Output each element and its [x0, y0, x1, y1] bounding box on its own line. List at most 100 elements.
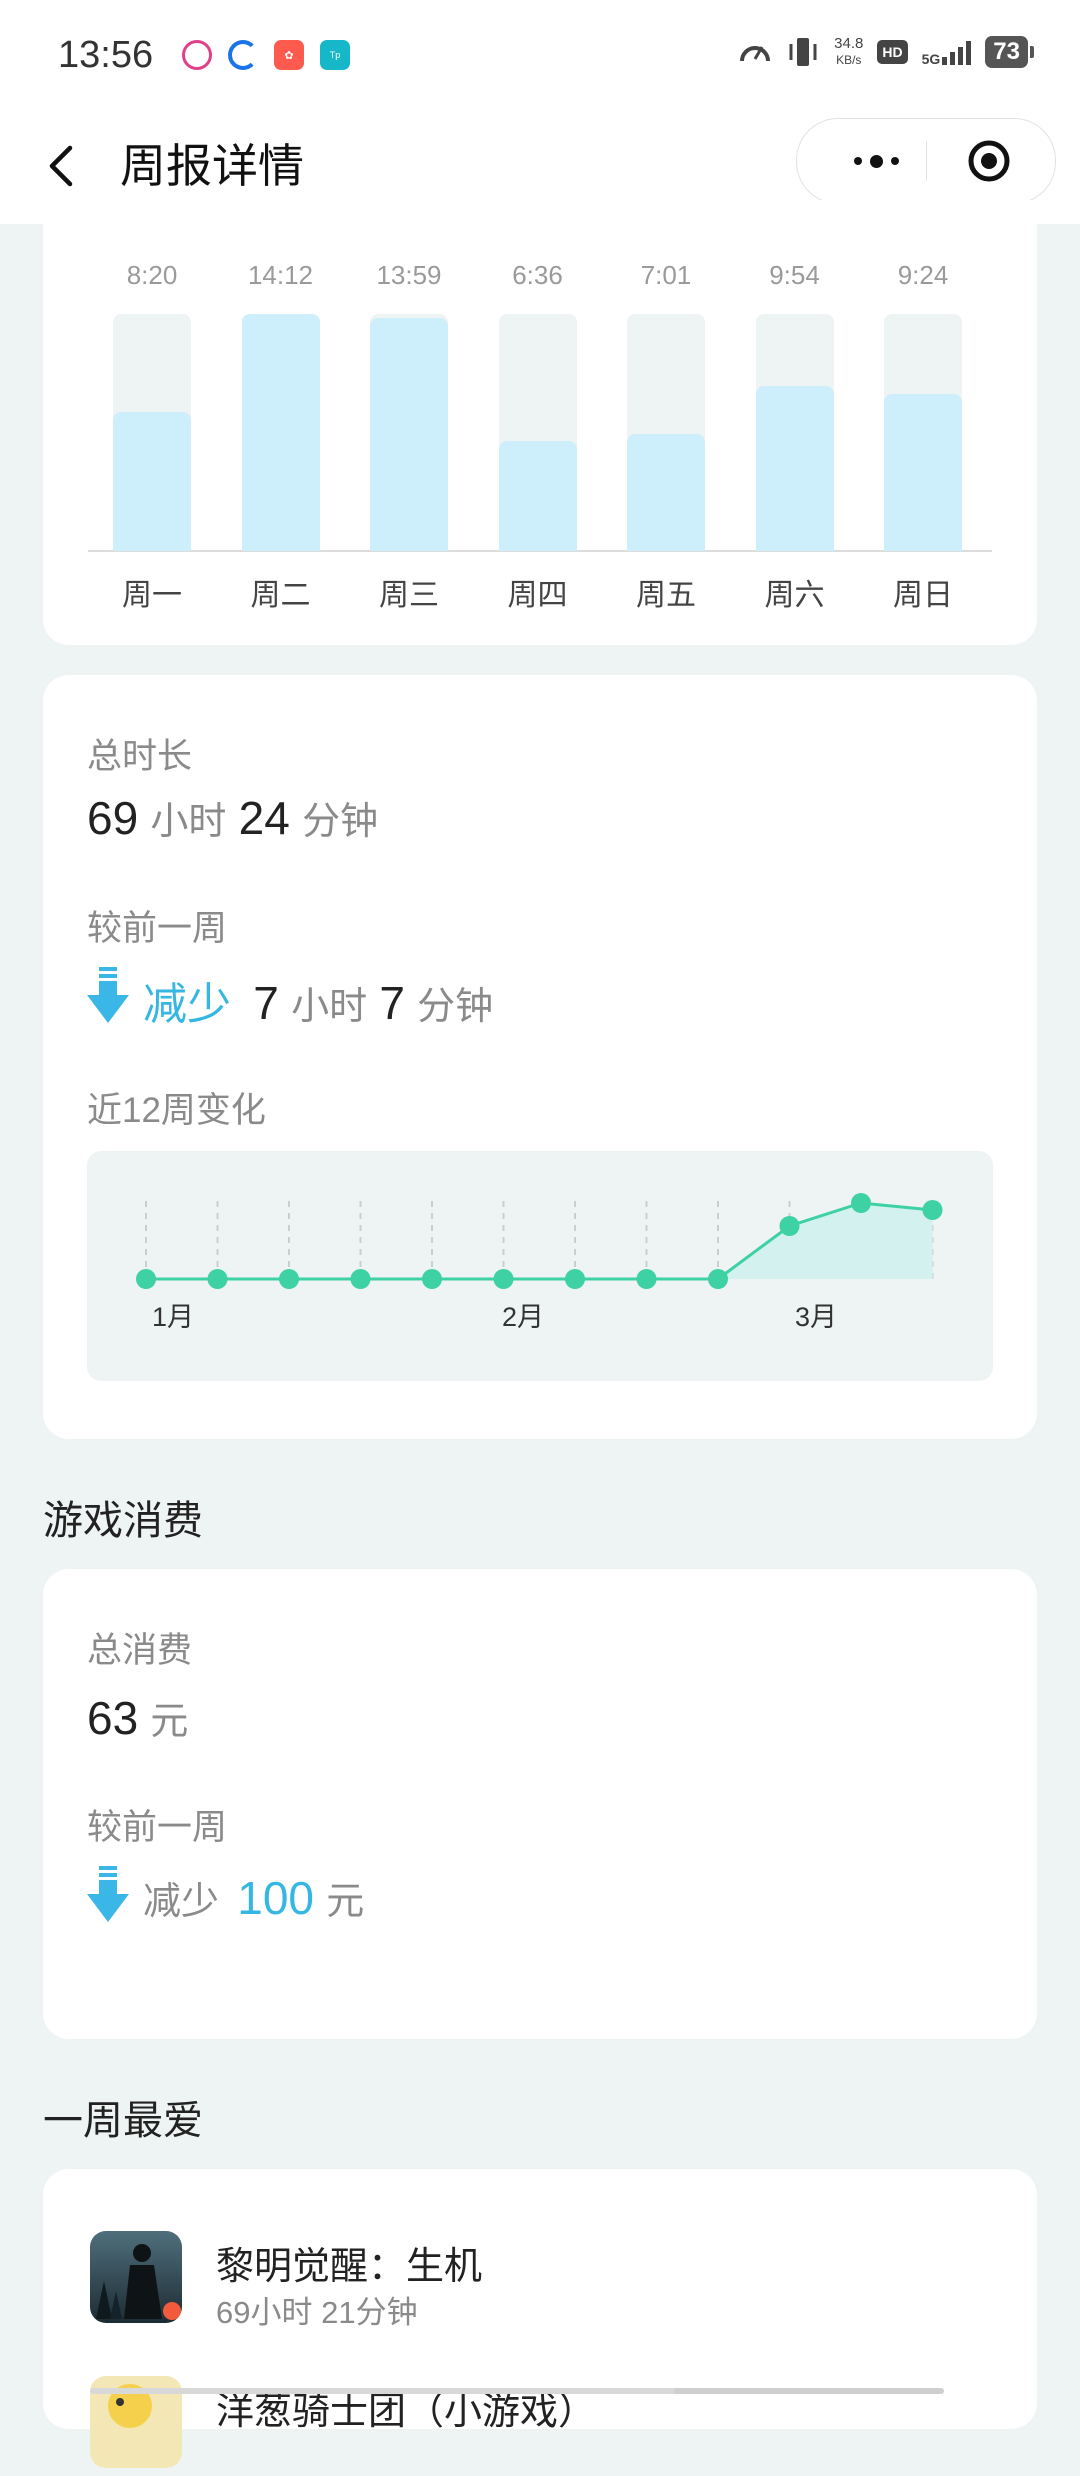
bar-value-label: 13:59 [376, 260, 442, 290]
bar [498, 441, 577, 551]
total-minutes: 24 [238, 792, 290, 844]
chevron-left-icon[interactable] [42, 134, 82, 198]
minutes-unit: 分钟 [302, 801, 379, 843]
total-time-label: 总时长 [87, 737, 193, 776]
change-hours-unit: 小时 [291, 986, 368, 1028]
app-c-icon: Tp [320, 40, 350, 70]
change-minutes-unit: 分钟 [417, 986, 494, 1028]
bar-column: 13:59 周三 [370, 250, 448, 620]
spend-change-amount: 100 [237, 1872, 314, 1924]
signal-icon [942, 39, 972, 65]
bar [370, 318, 448, 551]
bar-value-label: 7:01 [640, 260, 692, 290]
page-title: 周报详情 [120, 140, 304, 192]
system-icons: 34.8 KB/s HD 5G 73 [738, 36, 1034, 68]
hours-unit: 小时 [150, 801, 227, 843]
bar-value-label: 9:24 [897, 260, 949, 290]
trend-point [136, 1269, 156, 1289]
bar [884, 394, 962, 551]
total-time-value: 69 小时 24 分钟 [87, 790, 378, 845]
network-type: 5G [921, 51, 941, 67]
battery-icon: 73 [985, 36, 1034, 68]
capsule-divider [926, 141, 927, 181]
bar-column: 7:01 周五 [627, 250, 705, 620]
trend-point [636, 1269, 657, 1289]
game-icon [90, 2231, 182, 2323]
status-time: 13:56 [58, 34, 154, 76]
trend-month-label: 2月 [502, 1302, 544, 1332]
trend-point [708, 1269, 728, 1289]
down-arrow-icon [87, 967, 129, 1023]
vibrate-icon [789, 38, 817, 66]
bar-day-label: 周一 [122, 579, 182, 612]
game-name: 黎明觉醒：生机 [216, 2246, 483, 2288]
bar-day-label: 周六 [764, 579, 825, 612]
mini-program-capsule [796, 118, 1056, 204]
app-a-icon [182, 40, 212, 70]
bar-day-label: 周五 [636, 579, 696, 612]
favorites-section-title: 一周最爱 [43, 2099, 203, 2143]
trend-line-chart: 1月 2月 3月 [136, 1193, 943, 1332]
scroll-indicator [90, 2388, 720, 2394]
trend-point [422, 1269, 442, 1289]
time-change-word: 减少 [143, 980, 231, 1029]
spend-currency-unit: 元 [326, 1881, 365, 1923]
currency-unit: 元 [150, 1701, 189, 1743]
change-minutes: 7 [379, 977, 405, 1029]
bar-column: 9:54 周六 [755, 250, 834, 620]
bar-column: 9:24 周日 [884, 250, 962, 620]
spend-change-value: 减少 100 元 [143, 1870, 364, 1925]
trend-month-label: 3月 [795, 1302, 837, 1332]
trend-month-label: 1月 [152, 1302, 194, 1332]
trend-point [779, 1216, 800, 1236]
total-spend-label: 总消费 [87, 1631, 193, 1670]
browser-icon [228, 40, 258, 70]
more-dots-icon[interactable] [831, 141, 921, 181]
scroll-indicator [674, 2388, 944, 2394]
trend-point [851, 1193, 871, 1213]
time-change-value: 减少 7 小时 7 分钟 [143, 968, 493, 1032]
hd-badge: HD [877, 40, 908, 64]
trend-point [279, 1269, 299, 1289]
net-speed-value: 34.8 [834, 35, 864, 52]
bar [241, 314, 320, 551]
net-speed: 34.8 KB/s [834, 36, 863, 68]
down-arrow-icon [87, 1866, 129, 1922]
bar [627, 434, 705, 551]
spend-compare-label: 较前一周 [87, 1808, 228, 1847]
bar-day-label: 周四 [507, 579, 568, 612]
bar-value-label: 6:36 [512, 260, 563, 290]
favorite-item[interactable]: 洋葱骑士团（小游戏） [90, 2376, 990, 2476]
status-bar: 13:56 ✿ Tp 34.8 KB/s HD 5G 73 [0, 0, 1080, 110]
bar-column: 8:20 周一 [113, 250, 191, 620]
bar [755, 386, 834, 551]
speed-gauge-icon [740, 46, 771, 62]
game-play-time: 69小时 21分钟 [216, 2295, 418, 2330]
target-icon[interactable] [967, 139, 1011, 183]
trend-point [493, 1269, 514, 1289]
app-b-icon: ✿ [274, 40, 304, 70]
bar-day-label: 周三 [379, 579, 439, 612]
bar-day-label: 周日 [893, 579, 953, 612]
trend-point [350, 1269, 371, 1289]
bar-value-label: 8:20 [126, 260, 178, 290]
bar-value-label: 14:12 [247, 260, 314, 290]
bar [113, 412, 191, 551]
bar-value-label: 9:54 [769, 260, 820, 290]
weekly-bar-chart: 8:20 周一 14:12 周二 13:59 周三 6:36 周四 7:01 周五 9:54 周六 9:… [88, 250, 992, 620]
bar-day-label: 周二 [250, 579, 311, 612]
trend-point [565, 1269, 585, 1289]
trend-chart: 1月 2月 3月 [87, 1151, 993, 1381]
total-spend-amount: 63 [87, 1692, 139, 1744]
bar-column: 6:36 周四 [498, 250, 577, 620]
notification-icons: ✿ Tp [182, 40, 350, 70]
change-hours: 7 [253, 977, 279, 1029]
spending-section-title: 游戏消费 [43, 1499, 203, 1543]
bar-column: 14:12 周二 [241, 250, 320, 620]
battery-level: 73 [993, 38, 1020, 65]
trend-point [207, 1269, 228, 1289]
total-hours: 69 [87, 792, 139, 844]
favorite-item[interactable]: 黎明觉醒：生机 69小时 21分钟 [90, 2231, 990, 2331]
total-spend-value: 63 元 [87, 1690, 188, 1745]
spend-change-word: 减少 [143, 1881, 220, 1923]
